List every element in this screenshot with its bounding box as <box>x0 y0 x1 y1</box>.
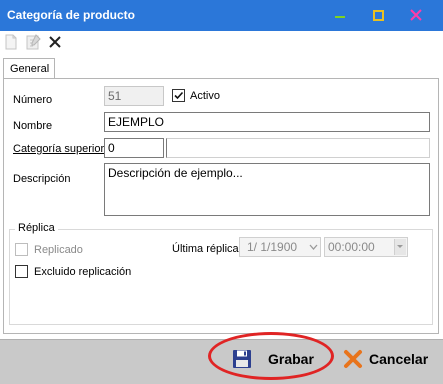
close-icon[interactable] <box>404 4 428 26</box>
window-title: Categoría de producto <box>7 8 136 22</box>
numero-label: Número <box>13 94 53 106</box>
descripcion-textarea[interactable]: Descripción de ejemplo... <box>104 163 430 216</box>
cancel-button-label: Cancelar <box>369 351 429 367</box>
delete-x-icon[interactable] <box>47 34 63 50</box>
chevron-down-icon <box>309 244 318 250</box>
minimize-icon[interactable] <box>328 4 352 26</box>
ultima-replica-label: Última réplica: <box>172 243 242 255</box>
ultima-replica-time-picker[interactable]: 00:00:00 <box>324 237 408 257</box>
categoria-superior-name-field <box>166 138 430 158</box>
edit-document-icon[interactable] <box>25 34 41 50</box>
replicado-label: Replicado <box>34 244 83 256</box>
activo-checkbox[interactable] <box>172 89 185 102</box>
ultima-replica-time-value: 00:00:00 <box>328 240 375 254</box>
maximize-icon[interactable] <box>366 4 390 26</box>
cancel-button[interactable]: Cancelar <box>343 348 428 370</box>
ultima-replica-date-picker[interactable]: 1/ 1/1900 <box>239 237 321 257</box>
nombre-input[interactable]: EJEMPLO <box>104 112 430 132</box>
categoria-superior-link[interactable]: Categoría superior <box>13 143 104 155</box>
time-spinner[interactable] <box>394 239 406 255</box>
cancel-x-icon <box>344 350 362 368</box>
ultima-replica-date-value: 1/ 1/1900 <box>247 240 298 254</box>
toolbar <box>0 31 443 53</box>
categoria-superior-input[interactable]: 0 <box>104 138 164 158</box>
activo-label: Activo <box>190 90 220 102</box>
numero-field: 51 <box>104 86 164 106</box>
excluido-replicacion-checkbox[interactable] <box>15 265 28 278</box>
title-bar[interactable]: Categoría de producto <box>0 0 443 31</box>
annotation-highlight-ellipse <box>208 332 334 380</box>
excluido-replicacion-label: Excluido replicación <box>34 266 132 278</box>
checkmark-icon <box>174 91 184 100</box>
replicado-checkbox[interactable] <box>15 243 28 256</box>
dropdown-arrow-icon <box>397 245 403 248</box>
new-document-icon[interactable] <box>3 34 19 50</box>
descripcion-label: Descripción <box>13 173 71 185</box>
replica-group-title: Réplica <box>15 222 58 234</box>
nombre-label: Nombre <box>13 120 53 132</box>
tab-general[interactable]: General <box>3 58 55 79</box>
